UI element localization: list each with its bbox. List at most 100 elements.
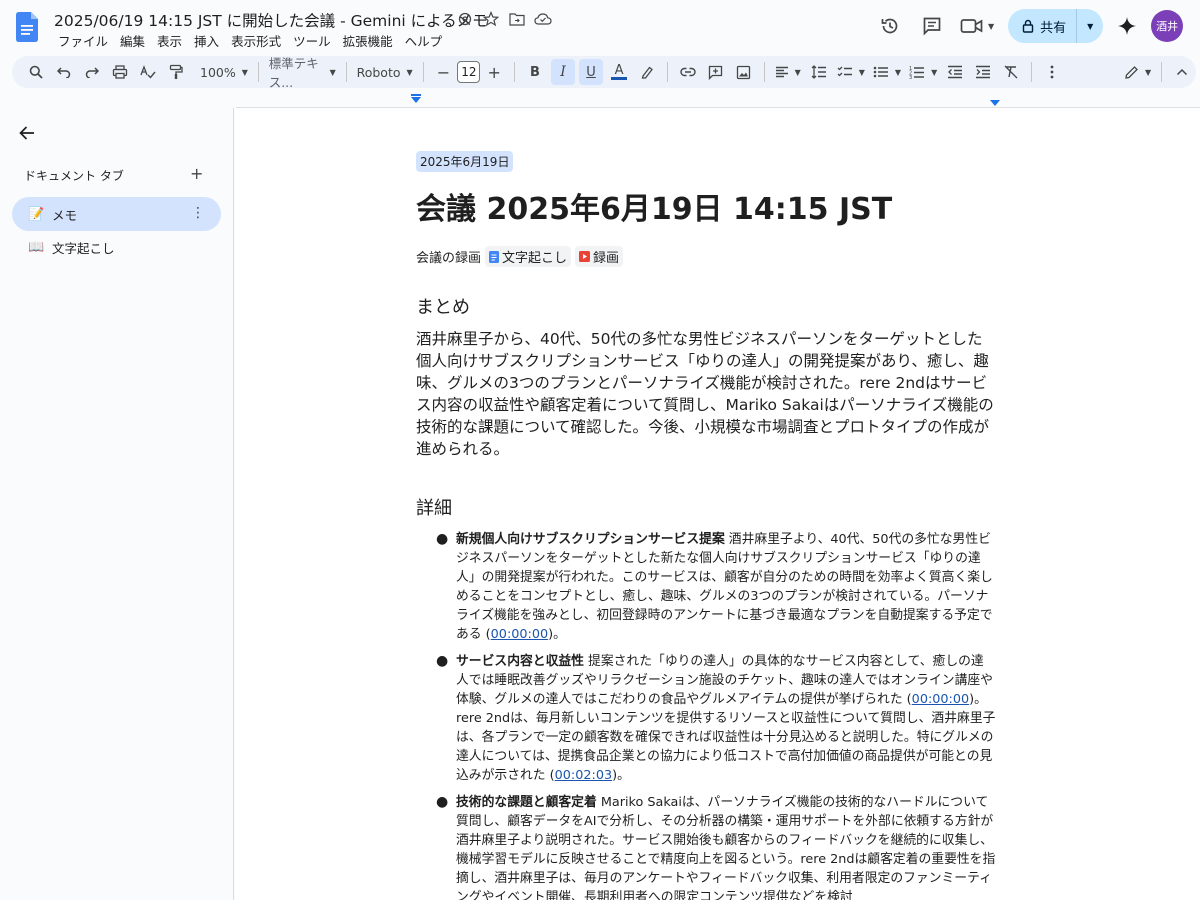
share-button[interactable]: 共有 (1008, 9, 1078, 43)
font-value: Roboto (356, 64, 401, 80)
list-item-text: Mariko Sakaiは、パーソナライズ機能の技術的なハードルについて質問し、… (456, 795, 996, 900)
date-chip[interactable]: 2025年6月19日 (416, 151, 514, 172)
cloud-saved-icon[interactable] (534, 10, 552, 28)
version-history-icon[interactable] (876, 12, 904, 40)
timestamp-link[interactable]: 00:02:03 (555, 768, 612, 783)
decrease-font-size-button[interactable]: − (431, 59, 455, 85)
chevron-down-icon: ▼ (931, 67, 938, 77)
chevron-down-icon: ▼ (858, 67, 865, 77)
lock-icon (1022, 19, 1034, 33)
checklist-select[interactable]: ▼ (833, 65, 869, 79)
text-color-button[interactable]: A (607, 59, 631, 85)
bullet-icon: ● (436, 531, 449, 547)
book-emoji-icon: 📖 (28, 239, 45, 255)
bullet-icon: ● (436, 794, 449, 810)
increase-font-size-button[interactable]: + (482, 59, 506, 85)
ruler[interactable] (0, 94, 1200, 108)
menu-help[interactable]: ヘルプ (399, 31, 449, 50)
document-tabs-sidebar: ドキュメント タブ + 📝 メモ ⋮ 📖 文字起こし (0, 108, 234, 900)
menu-tools[interactable]: ツール (287, 31, 337, 50)
document-tabs-heading: ドキュメント タブ (24, 169, 124, 183)
insert-image-icon[interactable] (732, 59, 756, 85)
first-line-indent-marker[interactable] (411, 94, 421, 96)
spellcheck-icon[interactable] (136, 59, 160, 85)
tab-transcript[interactable]: 📖 文字起こし (12, 230, 221, 264)
italic-button[interactable]: I (551, 59, 576, 85)
more-options-icon[interactable] (1040, 59, 1064, 85)
timestamp-link[interactable]: 00:00:00 (491, 627, 548, 642)
list-item: ● 新規個人向けサブスクリプションサービス提案 酒井麻里子より、40代、50代の… (436, 530, 996, 644)
toolbar-divider (1031, 62, 1033, 82)
toolbar-divider (422, 62, 424, 82)
menu-file[interactable]: ファイル (52, 31, 114, 50)
meet-button[interactable]: ▼ (960, 17, 994, 35)
star-icon[interactable] (482, 10, 500, 28)
chevron-down-icon: ▼ (988, 21, 995, 31)
menu-extensions[interactable]: 拡張機能 (337, 31, 399, 50)
gemini-sparkle-icon[interactable] (1115, 14, 1139, 38)
menu-insert[interactable]: 挿入 (188, 31, 225, 50)
text-color-swatch (611, 76, 628, 80)
list-item-tail: )。 (548, 627, 566, 642)
underline-button[interactable]: U (579, 59, 604, 85)
increase-indent-icon[interactable] (971, 59, 995, 85)
bulleted-list-select[interactable]: ▼ (869, 65, 905, 79)
editing-mode-select[interactable]: ▼ (1120, 65, 1155, 80)
list-item-tail: )。 (612, 768, 630, 783)
undo-icon[interactable] (52, 59, 76, 85)
bulleted-list-icon (873, 66, 888, 78)
toolbar-divider (514, 62, 516, 82)
timestamp-link[interactable]: 00:00:00 (912, 692, 969, 707)
chevron-down-icon: ▼ (406, 67, 413, 77)
font-select[interactable]: Roboto ▼ (353, 65, 417, 80)
chevron-down-icon: ▼ (1087, 21, 1094, 31)
redo-icon[interactable] (80, 59, 104, 85)
comments-icon[interactable] (918, 12, 946, 40)
document-title[interactable]: 2025/06/19 14:15 JST に開始した会議 - Gemini によ… (54, 9, 488, 31)
add-comment-icon[interactable] (704, 59, 728, 85)
menu-view[interactable]: 表示 (151, 31, 188, 50)
left-indent-marker[interactable] (411, 97, 421, 103)
avatar[interactable]: 酒井 (1151, 10, 1184, 42)
gemini-mention-icon[interactable] (456, 10, 474, 28)
summary-heading: まとめ (416, 297, 470, 318)
bold-button[interactable]: B (523, 59, 547, 85)
document-canvas[interactable]: 2025年6月19日 会議 2025年6月19日 14:15 JST 会議の録画… (235, 108, 1200, 900)
memo-emoji-icon: 📝 (28, 206, 45, 222)
transcript-chip[interactable]: 文字起こし (485, 246, 572, 267)
header-right-tools: ▼ 共有 ▼ 酒井 (876, 9, 1184, 43)
menu-format[interactable]: 表示形式 (225, 31, 287, 50)
decrease-indent-icon[interactable] (943, 59, 967, 85)
clear-formatting-icon[interactable] (999, 59, 1023, 85)
paragraph-style-select[interactable]: 標準テキス... ▼ (265, 53, 340, 91)
print-icon[interactable] (108, 59, 132, 85)
tab-more-icon[interactable]: ⋮ (191, 205, 205, 221)
paint-format-icon[interactable] (164, 59, 188, 85)
list-item: ● 技術的な課題と顧客定着 Mariko Sakaiは、パーソナライズ機能の技術… (436, 793, 996, 900)
docs-logo-icon[interactable] (16, 12, 38, 42)
numbered-list-icon: 123 (909, 66, 925, 79)
recording-chip[interactable]: 録画 (575, 246, 624, 267)
font-size-input[interactable]: 12 (457, 61, 481, 83)
recording-label: 会議の録画 (416, 251, 482, 266)
svg-text:3: 3 (909, 75, 912, 79)
list-item: ● サービス内容と収益性 提案された「ゆりの達人」の具体的なサービス内容として、… (436, 652, 996, 785)
zoom-select[interactable]: 100% ▼ (196, 65, 252, 80)
line-spacing-icon[interactable] (807, 59, 831, 85)
highlight-color-icon[interactable] (635, 59, 659, 85)
add-tab-button[interactable]: + (190, 164, 203, 183)
arrow-back-icon[interactable] (18, 124, 36, 142)
menu-edit[interactable]: 編集 (114, 31, 151, 50)
share-dropdown-button[interactable]: ▼ (1077, 9, 1103, 43)
search-menus-icon[interactable] (24, 59, 48, 85)
align-select[interactable]: ▼ (771, 66, 805, 78)
video-file-icon (579, 251, 591, 262)
hide-menus-icon[interactable] (1170, 59, 1194, 85)
right-indent-marker[interactable] (990, 100, 1000, 106)
numbered-list-select[interactable]: 123 ▼ (905, 65, 941, 79)
tab-memo[interactable]: 📝 メモ ⋮ (12, 197, 221, 231)
share-label: 共有 (1040, 20, 1067, 36)
insert-link-icon[interactable] (676, 59, 700, 85)
chevron-down-icon: ▼ (894, 67, 902, 77)
move-folder-icon[interactable] (508, 10, 526, 28)
